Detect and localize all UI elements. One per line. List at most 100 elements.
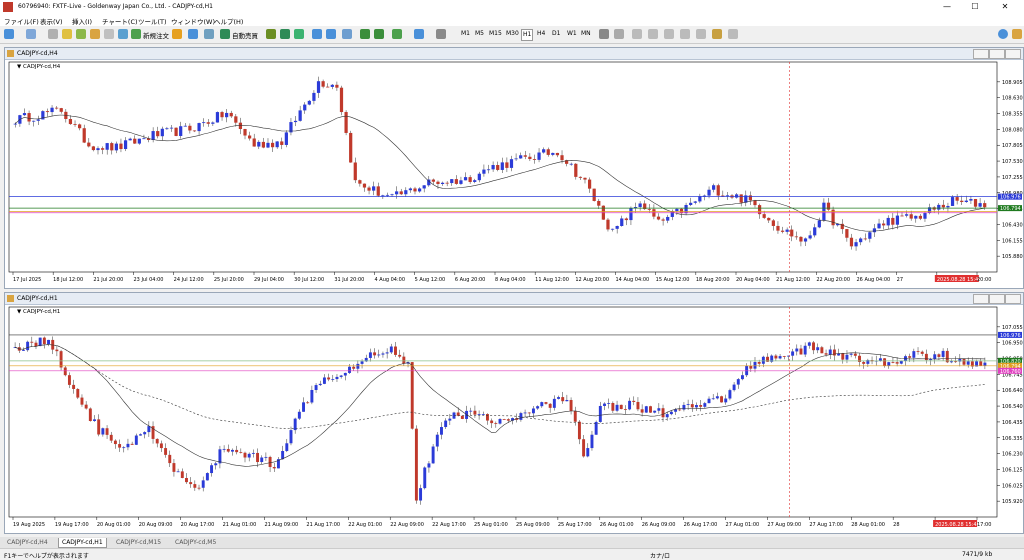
candle-body — [666, 216, 670, 221]
chart-window-h4[interactable]: CADJPY-cd,H4 ▼ CADJPY-cd,H4 108.905 108.63… — [4, 47, 1024, 289]
market-icon[interactable] — [188, 29, 198, 39]
candle-body — [941, 350, 945, 357]
close-button[interactable]: ✕ — [992, 1, 1018, 13]
maximize-button[interactable]: ☐ — [962, 1, 988, 13]
candle-body — [542, 149, 546, 153]
chart-close-button[interactable] — [1005, 294, 1021, 304]
navigator-icon[interactable] — [90, 29, 100, 39]
signals-icon[interactable] — [204, 29, 214, 39]
minimize-button[interactable]: — — [934, 1, 960, 13]
price-chart-h4[interactable]: ▼ CADJPY-cd,H4 108.905 108.630 108.355 108.0… — [5, 60, 1023, 288]
candle-body — [289, 430, 293, 444]
menu-chart[interactable]: チャート(C) — [102, 16, 138, 26]
horizontal-line-icon[interactable] — [648, 29, 658, 39]
timeframe-d1[interactable]: D1 — [551, 29, 561, 39]
tester-icon[interactable] — [118, 29, 128, 39]
templates-icon[interactable] — [436, 29, 446, 39]
candle-body — [624, 218, 628, 221]
channel-icon[interactable] — [680, 29, 690, 39]
chart-window-h1[interactable]: CADJPY-cd,H1 ▼ CADJPY-cd,H1 107.055 106.95… — [4, 292, 1024, 534]
candle-body — [817, 220, 821, 228]
shapes-icon[interactable] — [728, 29, 738, 39]
timeframe-m1[interactable]: M1 — [460, 29, 471, 39]
candle-body — [590, 434, 594, 449]
candle-body — [964, 200, 968, 203]
date-tick-label: 27 Aug 17:00 — [809, 522, 843, 528]
auto-trade-button[interactable]: 自動売買 — [232, 30, 258, 40]
candle-body — [377, 354, 381, 356]
tile-windows-icon[interactable] — [342, 29, 352, 39]
line-chart-icon[interactable] — [294, 29, 304, 39]
profiles-icon[interactable] — [26, 29, 36, 39]
tab-cadjpy-m5[interactable]: CADJPY-cd,M5 — [172, 538, 219, 547]
community-icon[interactable] — [1012, 29, 1022, 39]
chart-restore-button[interactable] — [989, 49, 1005, 59]
menu-file[interactable]: ファイル(F) — [4, 16, 39, 26]
chart-close-button[interactable] — [1005, 49, 1021, 59]
candle-body — [13, 123, 17, 125]
chart-minimize-button[interactable] — [973, 49, 989, 59]
candle-body — [257, 141, 261, 147]
new-order-icon[interactable] — [131, 29, 141, 39]
candle-body — [946, 205, 950, 208]
trendline-icon[interactable] — [664, 29, 674, 39]
candlestick-icon[interactable] — [280, 29, 290, 39]
candle-body — [55, 107, 59, 109]
candle-body — [707, 189, 711, 196]
tab-cadjpy-m15[interactable]: CADJPY-cd,M15 — [113, 538, 164, 547]
search-icon[interactable] — [998, 29, 1008, 39]
new-chart-icon[interactable] — [4, 29, 14, 39]
candle-body — [732, 384, 736, 391]
menu-insert[interactable]: 挿入(I) — [72, 16, 92, 26]
auto-trade-icon[interactable] — [220, 29, 230, 39]
vertical-line-icon[interactable] — [632, 29, 642, 39]
data-window-icon[interactable] — [76, 29, 86, 39]
zoom-in-icon[interactable] — [312, 29, 322, 39]
timeframe-m30[interactable]: M30 — [505, 29, 520, 39]
candle-body — [785, 229, 789, 232]
market-watch-icon[interactable] — [62, 29, 72, 39]
crosshair-icon[interactable] — [614, 29, 624, 39]
fibonacci-icon[interactable] — [696, 29, 706, 39]
cursor-icon[interactable] — [599, 29, 609, 39]
candle-body — [657, 408, 661, 411]
terminal-icon[interactable] — [104, 29, 114, 39]
date-tick-label: 21 Aug 12:00 — [776, 277, 810, 283]
price-chart-h1[interactable]: ▼ CADJPY-cd,H1107.055106.950106.850106.7… — [5, 305, 1023, 533]
timeframe-h4[interactable]: H4 — [536, 29, 546, 39]
metaeditor-icon[interactable] — [172, 29, 182, 39]
periods-icon[interactable] — [414, 29, 424, 39]
candle-body — [532, 159, 537, 160]
timeframe-mn[interactable]: MN — [580, 29, 592, 39]
text-tool-icon[interactable] — [712, 29, 722, 39]
candle-body — [335, 84, 339, 88]
indicators-icon[interactable] — [392, 29, 402, 39]
candle-body — [22, 113, 27, 116]
menu-view[interactable]: 表示(V) — [40, 16, 63, 26]
menu-help[interactable]: ヘルプ(H) — [214, 16, 243, 26]
candle-body — [385, 352, 389, 354]
date-tick-label: 20 Aug 01:00 — [97, 522, 131, 528]
candle-body — [226, 448, 230, 452]
candle-body — [826, 202, 831, 210]
chart-shift-icon[interactable] — [374, 29, 384, 39]
candle-body — [519, 155, 523, 159]
candle-body — [67, 375, 71, 385]
tab-cadjpy-h4[interactable]: CADJPY-cd,H4 — [4, 538, 51, 547]
timeframe-h1[interactable]: H1 — [521, 29, 534, 41]
chart-minimize-button[interactable] — [973, 294, 989, 304]
menu-tools[interactable]: ツール(T) — [138, 16, 167, 26]
new-order-button[interactable]: 新規注文 — [143, 30, 169, 40]
price-tick-label: 107.805 — [1002, 143, 1023, 149]
menu-window[interactable]: ウィンドウ(W) — [171, 16, 215, 26]
tab-cadjpy-h1[interactable]: CADJPY-cd,H1 — [58, 538, 107, 548]
price-tick-label: 106.155 — [1002, 238, 1023, 244]
timeframe-m15[interactable]: M15 — [488, 29, 503, 39]
zoom-out-icon[interactable] — [326, 29, 336, 39]
timeframe-w1[interactable]: W1 — [566, 29, 578, 39]
timeframe-m5[interactable]: M5 — [474, 29, 485, 39]
chart-restore-button[interactable] — [989, 294, 1005, 304]
autoscroll-icon[interactable] — [360, 29, 370, 39]
window-icon[interactable] — [48, 29, 58, 39]
bar-chart-icon[interactable] — [266, 29, 276, 39]
